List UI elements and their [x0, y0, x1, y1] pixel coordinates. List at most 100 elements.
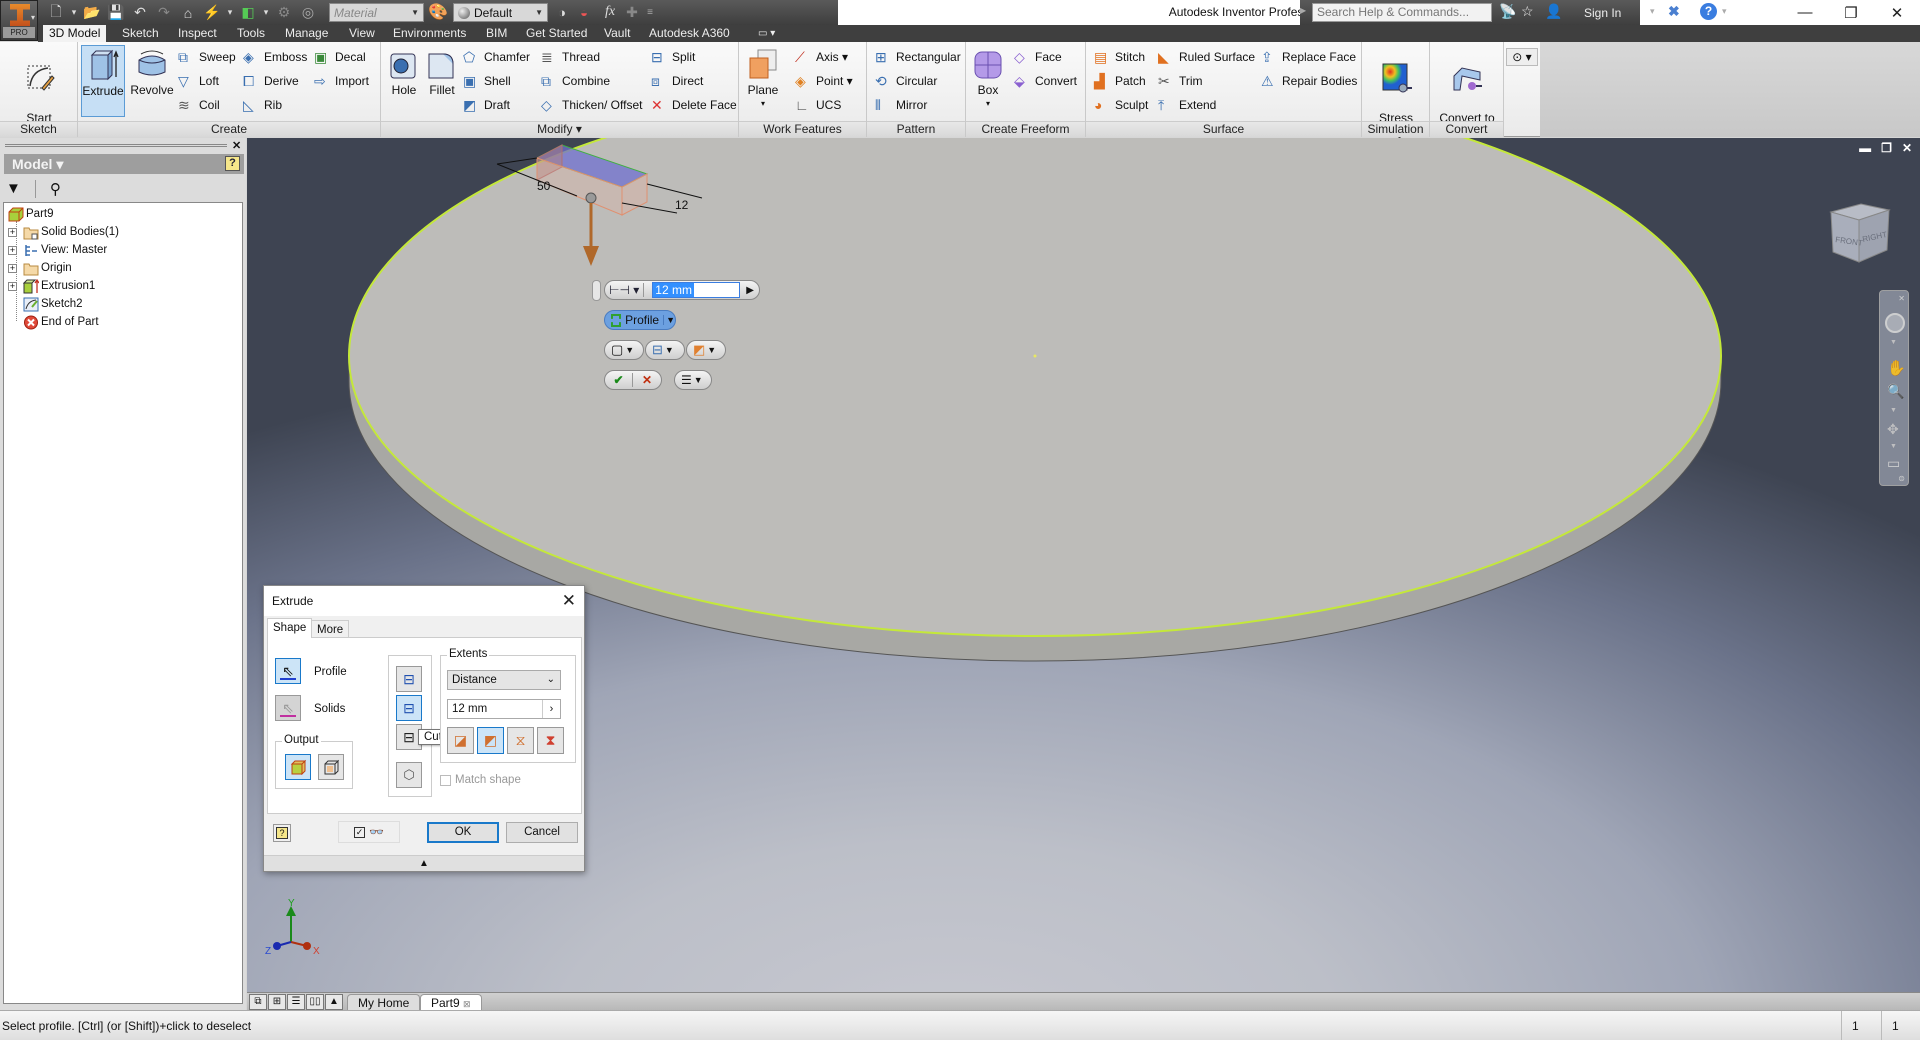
profile-selector[interactable]: Profile ▼ — [604, 310, 676, 330]
delete-face-button[interactable]: ✕ Delete Face — [651, 94, 737, 116]
combine-button[interactable]: ⧉ Combine — [541, 70, 610, 92]
decal-button[interactable]: ▣ Decal — [314, 46, 366, 68]
extrude-dialog-titlebar[interactable]: Extrude — [264, 586, 584, 616]
viewport-restore-icon[interactable]: ❐ — [1881, 141, 1892, 155]
steering-wheel-dropdown-icon[interactable]: ▼ — [1890, 339, 1897, 346]
favorites-star-icon[interactable]: ☆ — [1521, 3, 1534, 20]
save-icon[interactable]: 💾 — [106, 3, 126, 23]
join-button[interactable]: ⊟ — [396, 666, 422, 692]
output-type-dropdown[interactable]: ▢ ▼ — [604, 340, 644, 360]
tab-3d-model[interactable]: 3D Model — [43, 25, 107, 42]
preview-toggle[interactable]: ✓ 👓 — [338, 821, 400, 843]
restore-button[interactable]: ❐ — [1828, 0, 1874, 25]
mirror-button[interactable]: ⫴ Mirror — [875, 94, 927, 116]
mini-toolbar-options-dropdown[interactable]: ☰ ▼ — [674, 370, 712, 390]
chevron-down-icon[interactable]: ▼ — [663, 315, 675, 325]
hole-button[interactable]: Hole — [385, 45, 423, 117]
tree-node-end-of-part[interactable]: End of Part — [23, 313, 99, 331]
rectangular-pattern-button[interactable]: ⊞ Rectangular — [875, 46, 961, 68]
extents-type-dropdown[interactable]: Distance ⌄ — [447, 670, 561, 690]
start-2d-sketch-button[interactable]: Start 2D Sketch — [10, 45, 68, 139]
sign-in-link[interactable]: Sign In — [1584, 6, 1621, 20]
fillet-button[interactable]: Fillet — [423, 45, 461, 117]
tile-vertical-icon[interactable]: ▯▯ — [306, 994, 324, 1010]
navbar-customize-icon[interactable]: ⊜ — [1898, 474, 1905, 483]
extrude-button[interactable]: Extrude — [81, 45, 125, 117]
model-browser-header[interactable]: Model ▾ ? — [4, 154, 244, 174]
dialog-close-icon[interactable]: ✕ — [562, 591, 576, 611]
operation-dropdown[interactable]: ⊟ ▼ — [645, 340, 685, 360]
subscription-icon[interactable]: 📡 — [1499, 3, 1516, 20]
tile-windows-icon[interactable]: ⊞ — [268, 994, 286, 1010]
asymmetric-button[interactable]: ⧗ — [537, 727, 564, 754]
extend-button[interactable]: ⤒ Extend — [1158, 94, 1216, 116]
zoom-dropdown-icon[interactable]: ▼ — [1890, 407, 1897, 414]
expand-icon[interactable]: + — [8, 245, 17, 255]
ok-button[interactable]: OK — [427, 822, 499, 843]
pan-hand-icon[interactable]: ✋ — [1887, 359, 1906, 377]
shape-generator-icon[interactable]: ⚙ — [274, 3, 294, 23]
orbit-icon[interactable]: ✥ — [1887, 421, 1899, 438]
add-icon[interactable]: ✚ — [622, 2, 642, 22]
stress-analysis-button[interactable]: Stress Analysis — [1366, 45, 1426, 139]
draft-button[interactable]: ◩ Draft — [463, 94, 510, 116]
sculpt-button[interactable]: ◕ Sculpt — [1094, 94, 1148, 116]
box-button[interactable]: Box ▾ — [968, 45, 1008, 117]
direction-2-button[interactable]: ◩ — [477, 727, 504, 754]
expand-icon[interactable]: + — [8, 227, 17, 237]
loft-button[interactable]: ▽ Loft — [178, 70, 219, 92]
tab-autodesk-a360[interactable]: Autodesk A360 — [643, 25, 736, 42]
distance-flyout-arrow-icon[interactable]: ▶ — [746, 285, 754, 296]
find-binoculars-icon[interactable]: ⚲ — [50, 180, 61, 200]
tree-node-origin[interactable]: + Origin — [8, 259, 72, 277]
axis-button[interactable]: ⟋ Axis ▾ — [795, 46, 848, 68]
doc-tab-part9[interactable]: Part9 ⊠ — [420, 994, 482, 1011]
coil-button[interactable]: ≋ Coil — [178, 94, 220, 116]
navbar-close-icon[interactable]: ✕ — [1898, 294, 1905, 303]
direction-dropdown[interactable]: ◩ ▼ — [686, 340, 726, 360]
ribbon-display-toggle-icon[interactable]: ▭ ▾ — [752, 25, 781, 42]
cut-button[interactable]: ⊟ — [396, 695, 422, 721]
distance-input[interactable]: 12 mm — [652, 282, 741, 298]
tab-sketch[interactable]: Sketch — [116, 25, 165, 42]
thicken-offset-button[interactable]: ◇ Thicken/ Offset — [541, 94, 642, 116]
document-list-icon[interactable]: ▲ — [325, 994, 343, 1010]
stitch-button[interactable]: ▤ Stitch — [1094, 46, 1145, 68]
new-solid-button[interactable]: ⬡ — [396, 762, 422, 788]
help-icon[interactable]: ? — [1700, 3, 1717, 20]
thread-button[interactable]: ≣ Thread — [541, 46, 600, 68]
tab-inspect[interactable]: Inspect — [172, 25, 223, 42]
cascade-windows-icon[interactable]: ⧉ — [249, 994, 267, 1010]
select-icon[interactable]: ◧ — [238, 3, 258, 23]
browser-help-icon[interactable]: ? — [225, 156, 240, 171]
circular-pattern-button[interactable]: ⟲ Circular — [875, 70, 937, 92]
cancel-x-icon[interactable]: ✕ — [633, 373, 661, 387]
profile-select-button[interactable]: ⇖ — [275, 658, 301, 684]
browser-close-icon[interactable]: ✕ — [232, 139, 241, 152]
derive-button[interactable]: ⧠ Derive — [243, 70, 299, 92]
exchange-apps-icon[interactable]: ✖ — [1668, 3, 1680, 20]
solids-select-button[interactable]: ⇖ — [275, 695, 301, 721]
redo-icon[interactable]: ↷ — [154, 3, 174, 23]
appearance-dropdown[interactable]: Default ▼ — [453, 3, 548, 22]
dimension-50-label[interactable]: 50 — [537, 179, 551, 193]
rib-button[interactable]: ◺ Rib — [243, 94, 282, 116]
color-override-icon[interactable]: ◎ — [298, 3, 318, 23]
ruled-surface-button[interactable]: ◣ Ruled Surface — [1158, 46, 1255, 68]
update-icon[interactable]: ⚡ — [202, 3, 222, 23]
tab-view[interactable]: View — [343, 25, 381, 42]
solid-output-button[interactable] — [285, 754, 311, 780]
cancel-button[interactable]: Cancel — [506, 822, 578, 843]
filter-icon[interactable]: ▼ — [6, 180, 21, 200]
doc-tab-my-home[interactable]: My Home — [347, 994, 421, 1011]
look-at-icon[interactable]: ▭ — [1887, 455, 1900, 472]
steering-wheel-icon[interactable] — [1885, 313, 1905, 333]
distance-field[interactable]: 12 mm › — [447, 699, 561, 719]
dimension-12-label[interactable]: 12 — [675, 198, 689, 212]
update-dropdown-icon[interactable]: ▾ — [226, 3, 234, 23]
direct-button[interactable]: ⧈ Direct — [651, 70, 703, 92]
convert-to-sheet-metal-button[interactable]: Convert to Sheet Metal — [1432, 45, 1502, 139]
undo-icon[interactable]: ↶ — [130, 3, 150, 23]
repair-bodies-button[interactable]: ⚠ Repair Bodies — [1261, 70, 1357, 92]
tab-vault[interactable]: Vault — [598, 25, 636, 42]
